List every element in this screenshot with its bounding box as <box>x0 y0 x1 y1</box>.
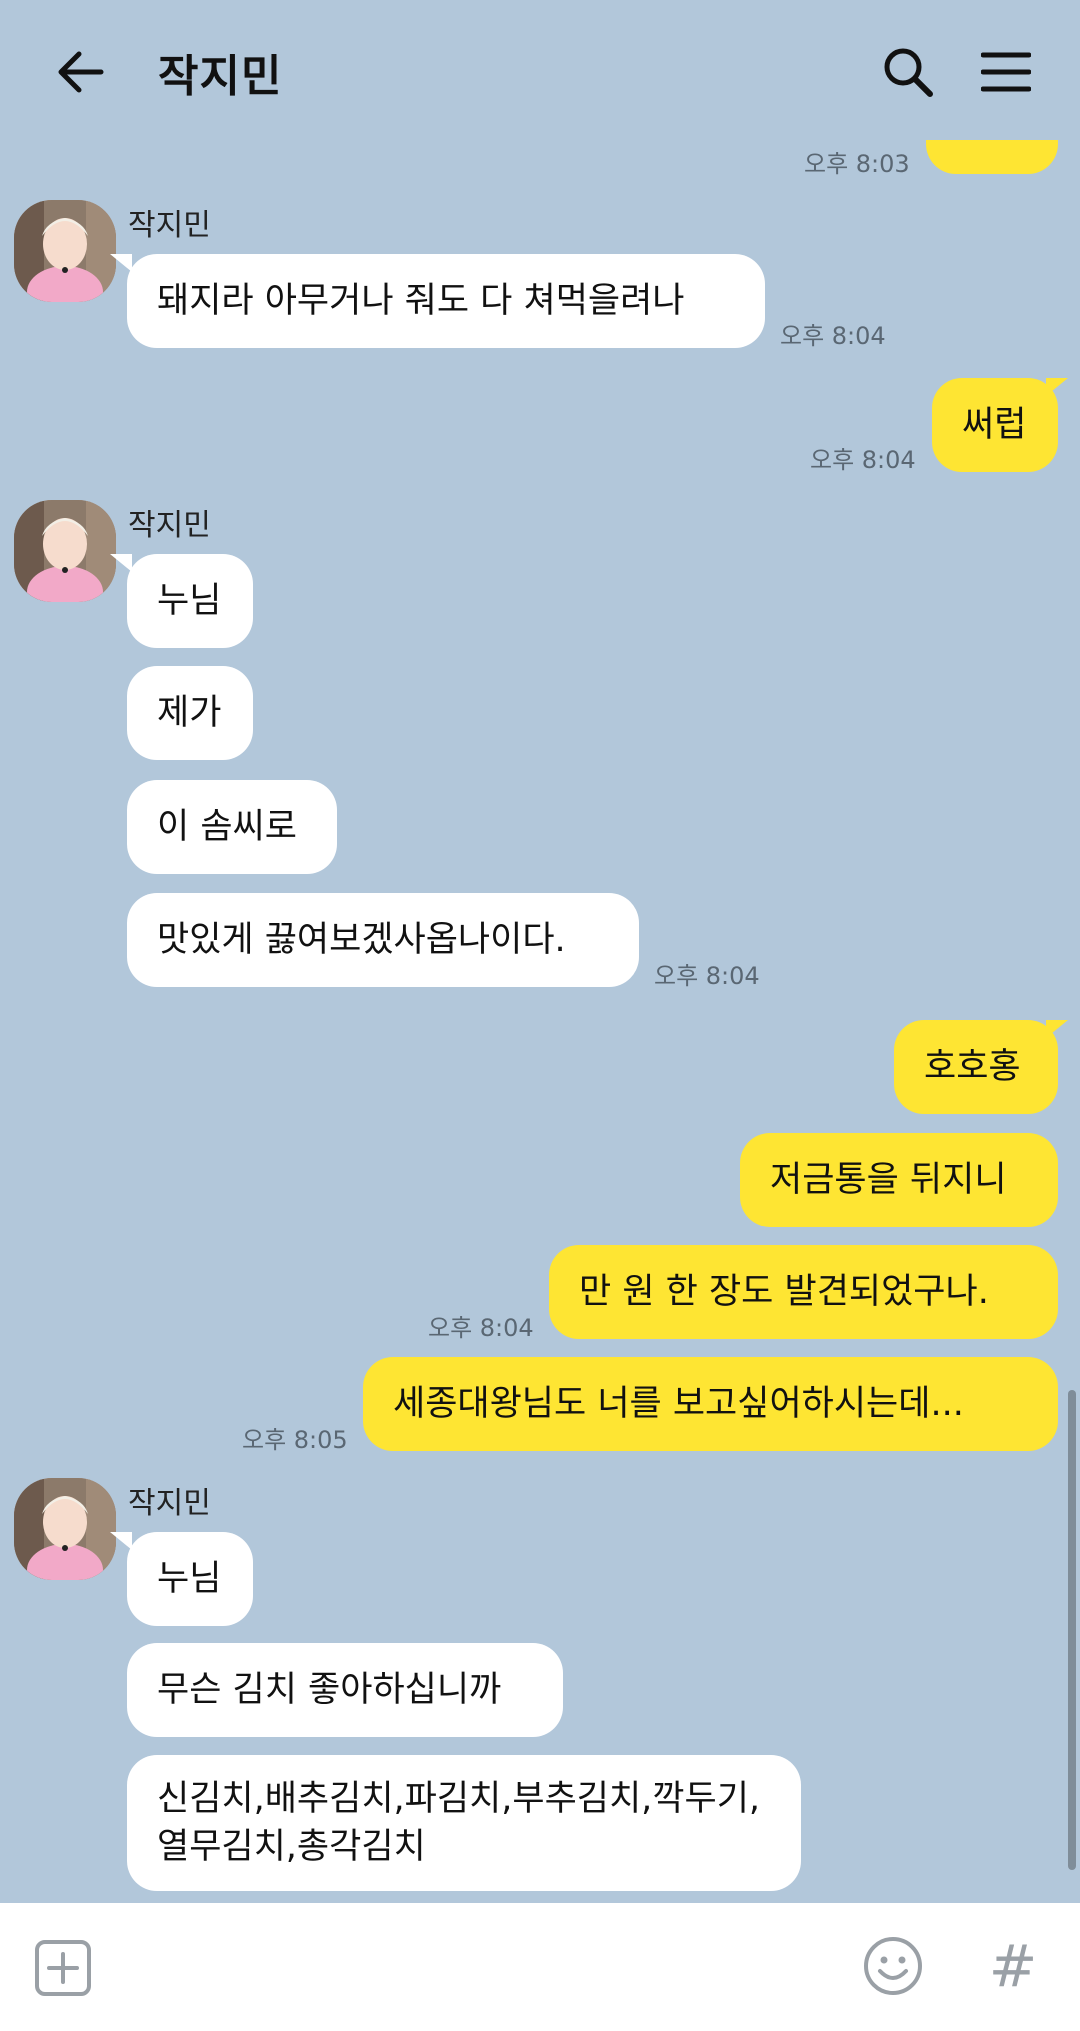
menu-button[interactable] <box>966 36 1046 108</box>
emoji-icon <box>864 1937 922 1995</box>
message-bubble[interactable]: 이 솜씨로 <box>127 780 337 874</box>
avatar[interactable] <box>14 200 116 302</box>
message-list[interactable]: 오후 8:03 작지민 돼지라 아무거나 줘도 다 쳐먹을려나 오후 8:04 … <box>0 140 1080 1903</box>
message-time: 오후 8:04 <box>428 1314 534 1342</box>
sender-name: 작지민 <box>128 1486 211 1521</box>
bubble-tail <box>1046 378 1068 396</box>
sender-name: 작지민 <box>128 508 211 543</box>
hash-icon[interactable]: # <box>984 1931 1042 2001</box>
back-arrow-icon <box>58 51 104 93</box>
message-time: 오후 8:04 <box>780 322 886 350</box>
partial-message-bubble[interactable] <box>926 140 1058 174</box>
message-bubble[interactable]: 맛있게 끓여보겠사옵나이다. <box>127 893 639 987</box>
chat-header: 작지민 <box>0 0 1080 140</box>
message-bubble[interactable]: 누님 <box>127 554 253 648</box>
attach-button[interactable] <box>34 1939 92 1997</box>
message-bubble[interactable]: 돼지라 아무거나 줘도 다 쳐먹을려나 <box>127 254 765 348</box>
message-bubble[interactable]: 제가 <box>127 666 253 760</box>
message-bubble[interactable]: 누님 <box>127 1532 253 1626</box>
plus-icon <box>35 1940 91 1996</box>
message-bubble[interactable]: 신김치,배추김치,파김치,부추김치,깍두기,열무김치,총각김치 <box>127 1755 801 1891</box>
menu-icon <box>981 52 1031 92</box>
bubble-tail <box>110 1532 132 1550</box>
bubble-tail <box>110 554 132 572</box>
avatar[interactable] <box>14 1478 116 1580</box>
message-bubble[interactable]: 세종대왕님도 너를 보고싶어하시는데... <box>363 1357 1058 1451</box>
search-button[interactable] <box>868 36 948 108</box>
message-time: 오후 8:04 <box>654 962 760 990</box>
message-time: 오후 8:03 <box>804 150 910 178</box>
message-time: 오후 8:04 <box>810 446 916 474</box>
sender-name: 작지민 <box>128 208 211 243</box>
back-button[interactable] <box>40 36 120 108</box>
scrollbar[interactable] <box>1068 1390 1076 1870</box>
avatar-photo <box>14 1478 116 1580</box>
message-bubble[interactable]: 만 원 한 장도 발견되었구나. <box>549 1245 1058 1339</box>
chat-title: 작지민 <box>158 51 283 102</box>
bubble-tail <box>1046 1020 1068 1038</box>
message-bubble[interactable]: 호호홍 <box>894 1020 1058 1114</box>
avatar[interactable] <box>14 500 116 602</box>
message-bubble[interactable]: 써럽 <box>932 378 1058 472</box>
input-bar: # <box>0 1903 1080 2031</box>
bubble-tail <box>110 254 132 272</box>
message-bubble[interactable]: 저금통을 뒤지니 <box>740 1133 1058 1227</box>
avatar-photo <box>14 200 116 302</box>
message-time: 오후 8:05 <box>242 1426 348 1454</box>
emoji-button[interactable] <box>862 1935 924 1997</box>
search-icon <box>884 48 933 97</box>
avatar-photo <box>14 500 116 602</box>
message-bubble[interactable]: 무슨 김치 좋아하십니까 <box>127 1643 563 1737</box>
